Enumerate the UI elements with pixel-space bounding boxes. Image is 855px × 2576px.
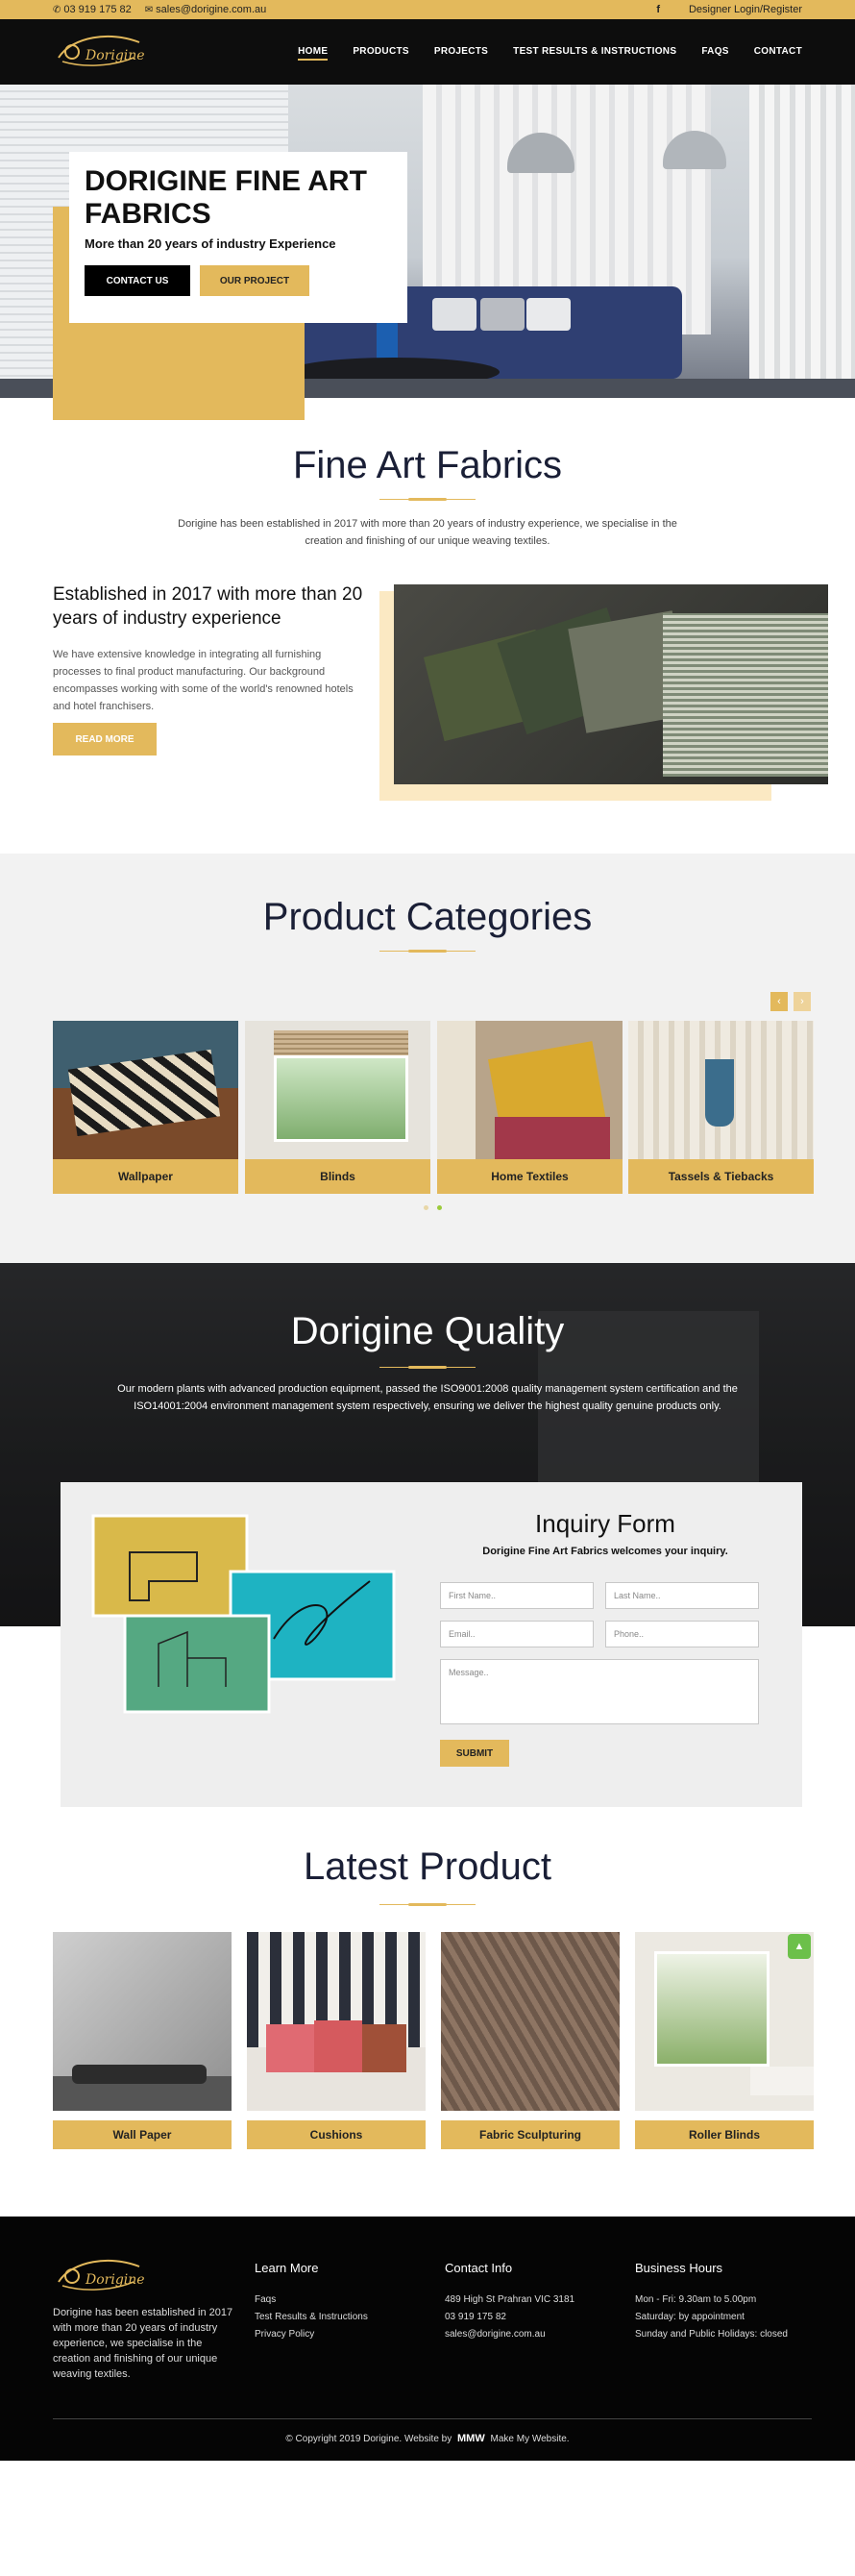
- nav-products[interactable]: PRODUCTS: [353, 46, 409, 61]
- hours-weekdays: Mon - Fri: 9.30am to 5.00pm: [635, 2294, 757, 2305]
- mmw-logo[interactable]: MMW: [457, 2433, 485, 2444]
- hero-card: DORIGINE FINE ART FABRICS More than 20 y…: [69, 152, 407, 323]
- tassels-image: [628, 1021, 814, 1159]
- footer-phone[interactable]: 03 919 175 82: [445, 2309, 574, 2326]
- footer-hours-heading: Business Hours: [635, 2261, 723, 2275]
- product-card-wall-paper[interactable]: Wall Paper: [53, 1932, 232, 2149]
- nav-test-results[interactable]: TEST RESULTS & INSTRUCTIONS: [513, 46, 676, 61]
- latest-product-title: Latest Product: [304, 1845, 551, 1888]
- phone-contact[interactable]: ✆ 03 919 175 82: [53, 4, 132, 15]
- footer-divider: [53, 2418, 812, 2419]
- category-label: Wallpaper: [53, 1159, 238, 1194]
- quality-text: Our modern plants with advanced producti…: [117, 1383, 738, 1412]
- dorigine-logo[interactable]: Dorigine: [53, 29, 149, 75]
- footer-hours: Mon - Fri: 9.30am to 5.00pm Saturday: by…: [635, 2291, 788, 2343]
- site-header: Dorigine HOME PRODUCTS PROJECTS TEST RES…: [0, 19, 855, 85]
- main-nav: HOME PRODUCTS PROJECTS TEST RESULTS & IN…: [298, 46, 802, 61]
- footer-copyright: © Copyright 2019 Dorigine. Website by MM…: [0, 2433, 855, 2444]
- blinds-image: [245, 1021, 430, 1159]
- category-label: Blinds: [245, 1159, 430, 1194]
- last-name-field[interactable]: Last Name..: [605, 1582, 759, 1609]
- read-more-button[interactable]: READ MORE: [53, 723, 157, 755]
- nav-projects[interactable]: PROJECTS: [434, 46, 488, 61]
- title-divider: [379, 1903, 476, 1906]
- inquiry-illustration: [91, 1514, 396, 1714]
- product-card-fabric-sculpturing[interactable]: Fabric Sculpturing: [441, 1932, 620, 2149]
- product-label: Cushions: [247, 2120, 426, 2149]
- message-field[interactable]: Message..: [440, 1659, 759, 1724]
- inquiry-title: Inquiry Form: [535, 1509, 675, 1538]
- hours-sunday: Sunday and Public Holidays: closed: [635, 2329, 788, 2340]
- footer-contact-info: 489 High St Prahran VIC 3181 03 919 175 …: [445, 2291, 574, 2343]
- logo-text: Dorigine: [85, 48, 145, 63]
- chevron-left-icon[interactable]: ‹: [770, 992, 788, 1011]
- category-card-blinds[interactable]: Blinds: [245, 1021, 430, 1194]
- facebook-icon[interactable]: f: [656, 4, 660, 15]
- footer-email[interactable]: sales@dorigine.com.au: [445, 2326, 574, 2343]
- established-text: We have extensive knowledge in integrati…: [53, 649, 354, 712]
- established-heading: Established in 2017 with more than 20 ye…: [53, 584, 363, 629]
- contact-us-button[interactable]: CONTACT US: [85, 265, 190, 296]
- category-label: Home Textiles: [437, 1159, 623, 1194]
- fabric-samples-image: [394, 584, 828, 784]
- title-divider: [379, 950, 476, 953]
- hero-title: DORIGINE FINE ART FABRICS: [85, 165, 367, 230]
- footer-about: Dorigine has been established in 2017 wi…: [53, 2307, 233, 2380]
- copyright-text: © Copyright 2019 Dorigine. Website by: [285, 2434, 452, 2444]
- carousel-dot[interactable]: [424, 1205, 428, 1210]
- nav-home[interactable]: HOME: [298, 46, 329, 61]
- category-card-wallpaper[interactable]: Wallpaper: [53, 1021, 238, 1194]
- submit-button[interactable]: SUBMIT: [440, 1740, 509, 1767]
- roller-blinds-image: [635, 1932, 814, 2111]
- our-project-button[interactable]: OUR PROJECT: [200, 265, 309, 296]
- carousel-dot-active[interactable]: [437, 1205, 442, 1210]
- fabric-sculpturing-image: [441, 1932, 620, 2111]
- hero-overlay: DORIGINE FINE ART FABRICS More than 20 y…: [0, 85, 855, 420]
- home-textiles-image: [437, 1021, 623, 1159]
- footer-learn-more-heading: Learn More: [255, 2261, 319, 2275]
- top-bar: ✆ 03 919 175 82 ✉ sales@dorigine.com.au f …: [0, 0, 855, 19]
- cushions-image: [247, 1932, 426, 2111]
- title-divider: [379, 498, 476, 501]
- footer-link-test-results[interactable]: Test Results & Instructions: [255, 2309, 368, 2326]
- product-card-cushions[interactable]: Cushions: [247, 1932, 426, 2149]
- phone-icon: ✆: [53, 5, 61, 15]
- phone-field[interactable]: Phone..: [605, 1621, 759, 1647]
- title-divider: [379, 1366, 476, 1369]
- fine-art-intro: Dorigine has been established in 2017 wi…: [178, 518, 677, 547]
- categories-title: Product Categories: [262, 896, 593, 938]
- wallpaper-image: [53, 1021, 238, 1159]
- footer-address: 489 High St Prahran VIC 3181: [445, 2294, 575, 2305]
- designer-login-link[interactable]: Designer Login/Register: [689, 4, 802, 15]
- email-field[interactable]: Email..: [440, 1621, 594, 1647]
- nav-contact[interactable]: CONTACT: [754, 46, 802, 61]
- first-name-field[interactable]: First Name..: [440, 1582, 594, 1609]
- email-contact[interactable]: ✉ sales@dorigine.com.au: [145, 4, 267, 15]
- inquiry-subtitle: Dorigine Fine Art Fabrics welcomes your …: [482, 1546, 728, 1557]
- fine-art-title: Fine Art Fabrics: [292, 444, 563, 486]
- copyright-link[interactable]: Make My Website.: [491, 2434, 570, 2444]
- product-card-roller-blinds[interactable]: Roller Blinds: [635, 1932, 814, 2149]
- category-card-home-textiles[interactable]: Home Textiles: [437, 1021, 623, 1194]
- hero-subtitle: More than 20 years of industry Experienc…: [85, 236, 336, 251]
- quality-title: Dorigine Quality: [290, 1310, 565, 1352]
- footer-link-faqs[interactable]: Faqs: [255, 2291, 368, 2309]
- chat-badge-icon[interactable]: ▲: [788, 1934, 811, 1959]
- footer-contact-heading: Contact Info: [445, 2261, 513, 2275]
- category-card-tassels[interactable]: Tassels & Tiebacks: [628, 1021, 814, 1194]
- footer-learn-more-links: Faqs Test Results & Instructions Privacy…: [255, 2291, 368, 2343]
- footer-link-privacy[interactable]: Privacy Policy: [255, 2326, 368, 2343]
- product-label: Roller Blinds: [635, 2120, 814, 2149]
- chevron-right-icon[interactable]: ›: [794, 992, 811, 1011]
- nav-faqs[interactable]: FAQS: [701, 46, 728, 61]
- product-label: Fabric Sculpturing: [441, 2120, 620, 2149]
- wall-paper-image: [53, 1932, 232, 2111]
- category-label: Tassels & Tiebacks: [628, 1159, 814, 1194]
- hours-saturday: Saturday: by appointment: [635, 2312, 745, 2322]
- footer-logo[interactable]: Dorigine: [53, 2253, 149, 2299]
- footer-logo-text: Dorigine: [85, 2272, 145, 2288]
- product-label: Wall Paper: [53, 2120, 232, 2149]
- mail-icon: ✉: [144, 5, 154, 15]
